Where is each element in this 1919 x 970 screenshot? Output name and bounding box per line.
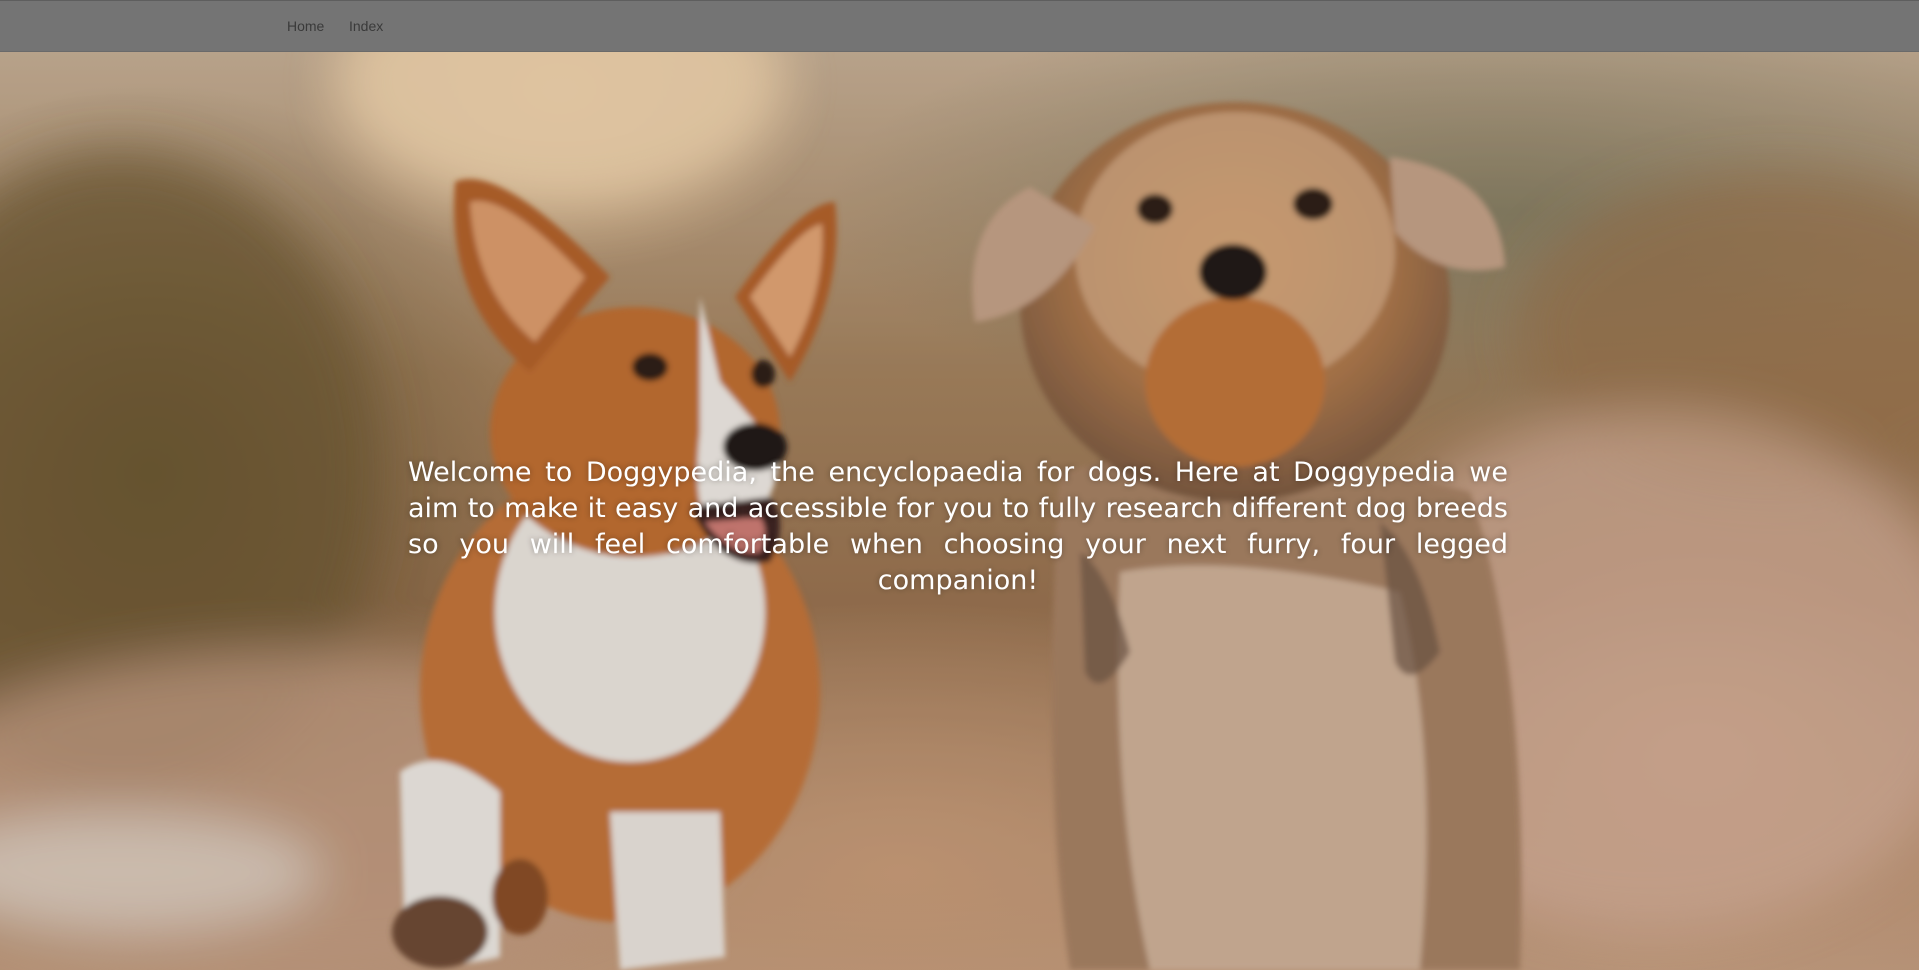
- nav-link-index[interactable]: Index: [349, 18, 383, 34]
- nav-link-home[interactable]: Home: [287, 18, 324, 34]
- page: Home Index Welcome to Doggypedia, the en…: [0, 0, 1919, 970]
- top-navbar: Home Index: [0, 0, 1919, 52]
- welcome-message: Welcome to Doggypedia, the encyclopaedia…: [408, 457, 1508, 596]
